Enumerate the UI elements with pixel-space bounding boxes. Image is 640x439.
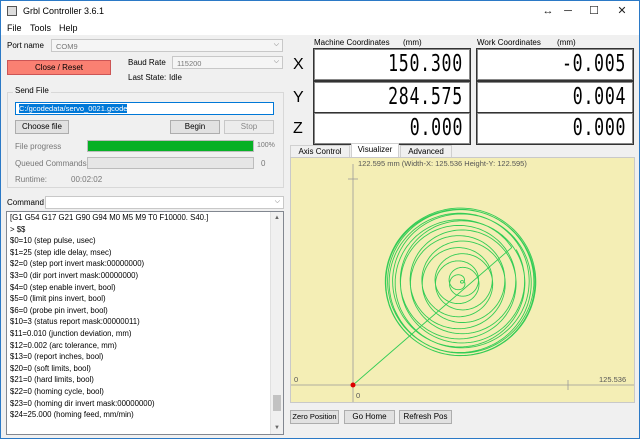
work-x-value: -0.005	[561, 51, 626, 77]
console-line: $10=3 (status report mask:00000011)	[10, 317, 140, 327]
choose-file-button[interactable]: Choose file	[15, 120, 69, 134]
console-line: $1=25 (step idle delay, msec)	[10, 247, 112, 257]
title-bar: Grbl Controller 3.6.1 ↔ ─ ☐ ✕	[1, 1, 639, 21]
tab-visualizer[interactable]: Visualizer	[351, 143, 399, 157]
maximize-button[interactable]: ☐	[579, 1, 609, 21]
work-coordinates-label: Work Coordinates	[477, 38, 541, 47]
menu-file[interactable]: File	[7, 23, 22, 33]
port-select[interactable]: COM9 ⌵	[51, 39, 283, 52]
stop-button[interactable]: Stop	[224, 120, 274, 134]
menu-help[interactable]: Help	[59, 23, 78, 33]
console-line: $2=0 (step port invert mask:00000000)	[10, 259, 145, 269]
command-input[interactable]: ⌵	[45, 196, 284, 209]
work-x-display: -0.005	[476, 48, 634, 81]
app-icon	[7, 6, 17, 16]
toolpath-line	[384, 207, 537, 357]
work-unit-label: (mm)	[557, 38, 576, 47]
chevron-down-icon: ⌵	[274, 198, 280, 205]
console-line: > $$	[10, 224, 26, 234]
scroll-down-icon[interactable]: ▼	[271, 422, 283, 434]
tool-position-marker	[350, 382, 356, 388]
work-z-display: 0.000	[476, 112, 634, 145]
axis-x-label: X	[293, 56, 304, 73]
work-z-value: 0.000	[572, 115, 626, 141]
console-line: [G1 G54 G17 G21 G90 G94 M0 M5 M9 T0 F100…	[10, 213, 209, 222]
port-value: COM9	[56, 42, 78, 51]
rapid-move-line	[352, 247, 513, 386]
queued-commands-bar	[87, 157, 254, 169]
console-line: $0=10 (step pulse, usec)	[10, 236, 96, 246]
send-file-group-label: Send File	[13, 86, 51, 95]
file-path-input[interactable]: C:/gcodedata/servo_0021.gcode	[15, 102, 274, 115]
scrollbar-thumb[interactable]	[273, 395, 281, 412]
runtime-value: 00:02:02	[71, 175, 103, 184]
machine-z-display: 0.000	[313, 112, 471, 145]
console-line: $11=0.010 (junction deviation, mm)	[10, 328, 132, 338]
baud-rate-value: 115200	[177, 59, 202, 68]
machine-x-display: 150.300	[313, 48, 471, 81]
visualizer-header: 122.595 mm (Width-X: 125.536 Height-Y: 1…	[358, 159, 527, 168]
begin-button[interactable]: Begin	[170, 120, 220, 134]
console-line: $6=0 (probe pin invert, bool)	[10, 305, 108, 315]
queued-commands-value: 0	[261, 159, 266, 168]
file-path-text: C:/gcodedata/servo_0021.gcode	[19, 104, 128, 113]
window-title: Grbl Controller 3.6.1	[23, 6, 105, 16]
console-line: $4=0 (step enable invert, bool)	[10, 282, 116, 292]
app-window: Grbl Controller 3.6.1 ↔ ─ ☐ ✕ File Tools…	[0, 0, 640, 439]
close-reset-button[interactable]: Close / Reset	[7, 60, 111, 75]
toolpath-plot: 122.595 mm (Width-X: 125.536 Height-Y: 1…	[291, 159, 634, 402]
chevron-down-icon: ⌵	[273, 58, 279, 65]
tab-axis-control[interactable]: Axis Control	[290, 145, 350, 157]
queued-commands-label: Queued Commands	[15, 159, 87, 168]
console-line: $3=0 (dir port invert mask:00000000)	[10, 270, 139, 280]
menu-tools[interactable]: Tools	[30, 23, 51, 33]
tab-advanced[interactable]: Advanced	[400, 145, 452, 157]
work-y-display: 0.004	[476, 81, 634, 114]
console-line: $13=0 (report inches, bool)	[10, 352, 104, 362]
refresh-pos-button[interactable]: Refresh Pos	[399, 410, 452, 424]
console-scrollbar[interactable]: ▲ ▼	[270, 212, 283, 434]
file-progress-bar	[87, 140, 254, 152]
machine-z-value: 0.000	[409, 115, 463, 141]
work-y-value: 0.004	[572, 84, 626, 110]
y-zero-label: 0	[356, 391, 360, 400]
console-line: $24=25.000 (homing feed, mm/min)	[10, 410, 134, 420]
console-line: $21=0 (hard limits, bool)	[10, 375, 94, 385]
console-lines: [G1 G54 G17 G21 G90 G94 M0 M5 M9 T0 F100…	[7, 212, 283, 421]
file-progress-fill	[88, 141, 253, 151]
console-line: $12=0.002 (arc tolerance, mm)	[10, 340, 117, 350]
machine-x-value: 150.300	[388, 51, 463, 77]
machine-unit-label: (mm)	[403, 38, 422, 47]
x-end-label: 125.536	[599, 375, 626, 384]
visualizer-canvas[interactable]: 122.595 mm (Width-X: 125.536 Height-Y: 1…	[290, 157, 635, 403]
axis-y-label: Y	[293, 89, 304, 106]
menu-bar: File Tools Help	[1, 21, 639, 35]
baud-rate-select[interactable]: 115200 ⌵	[172, 56, 283, 69]
console-line: $22=0 (homing cycle, bool)	[10, 386, 104, 396]
last-state-label: Last State:	[128, 73, 167, 82]
console-line: $5=0 (limit pins invert, bool)	[10, 294, 106, 304]
baud-rate-label: Baud Rate	[128, 58, 166, 67]
file-progress-label: File progress	[15, 142, 62, 151]
close-window-button[interactable]: ✕	[607, 1, 637, 21]
command-label: Command	[7, 198, 44, 207]
file-progress-text: 100%	[257, 142, 275, 149]
zero-position-button[interactable]: Zero Position	[290, 410, 339, 424]
machine-y-display: 284.575	[313, 81, 471, 114]
port-name-label: Port name	[7, 41, 44, 50]
toolpath-group	[350, 207, 537, 388]
x-origin-label: 0	[294, 375, 298, 384]
go-home-button[interactable]: Go Home	[344, 410, 395, 424]
console-line: $20=0 (soft limits, bool)	[10, 363, 91, 373]
console-line: $23=0 (homing dir invert mask:00000000)	[10, 398, 155, 408]
last-state-value: Idle	[169, 73, 182, 82]
runtime-label: Runtime:	[15, 175, 48, 184]
axis-z-label: Z	[293, 120, 303, 137]
machine-y-value: 284.575	[388, 84, 463, 110]
scroll-up-icon[interactable]: ▲	[271, 212, 283, 224]
chevron-down-icon: ⌵	[273, 41, 279, 48]
console-output[interactable]: [G1 G54 G17 G21 G90 G94 M0 M5 M9 T0 F100…	[6, 211, 284, 435]
machine-coordinates-label: Machine Coordinates	[314, 38, 390, 47]
